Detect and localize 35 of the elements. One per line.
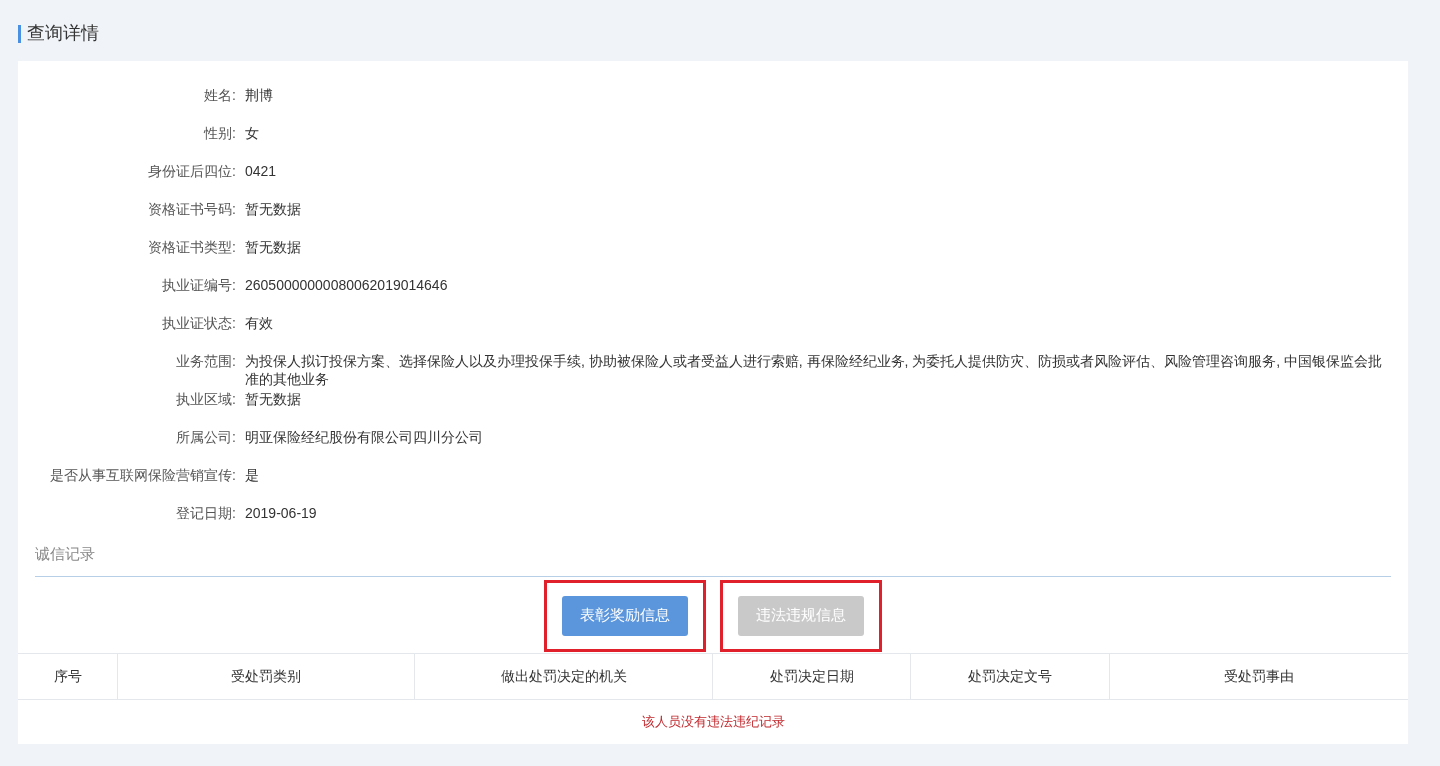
- page-title: 查询详情: [27, 22, 99, 45]
- field-value: 暂无数据: [245, 238, 302, 256]
- tab[interactable]: 表彰奖励信息: [562, 595, 688, 636]
- field-value: 为投保人拟订投保方案、选择保险人以及办理投保手续, 协助被保险人或者受益人进行索赔, 再保险经纪业务, 为委托人提供防灾、防损或者风险评估、风险管理咨询服务, 中国银保监会批准的其他业务: [245, 352, 1384, 388]
- field-label: 是否从事互联网保险营销宣传:: [49, 466, 236, 485]
- column-header: 处罚决定日期: [713, 653, 911, 699]
- field-value: 暂无数据: [245, 200, 302, 218]
- field-label: 性别:: [202, 124, 236, 143]
- field-value: 0421: [245, 162, 278, 180]
- field-value: 是: [245, 466, 260, 484]
- column-header: 做出处罚决定的机关: [415, 653, 713, 699]
- section-title: 诚信记录: [35, 545, 95, 562]
- field-label: 资格证书号码:: [147, 200, 236, 219]
- field-label: 执业证状态:: [161, 314, 236, 333]
- field-label: 业务范围:: [175, 352, 236, 371]
- field-value: 2019-06-19: [245, 504, 318, 522]
- field-label: 资格证书类型:: [147, 238, 236, 257]
- field-label: 登记日期:: [175, 504, 236, 523]
- field-value: 26050000000080062019014646: [245, 276, 449, 294]
- field-label: 执业证编号:: [161, 276, 236, 295]
- empty-message: 该人员没有违法违纪记录: [641, 713, 785, 732]
- column-header: 序号: [18, 653, 118, 699]
- field-label: 所属公司:: [175, 428, 236, 447]
- field-value: 明亚保险经纪股份有限公司四川分公司: [245, 428, 484, 446]
- field-value: 暂无数据: [245, 390, 302, 408]
- title-accent-bar: [18, 24, 21, 43]
- column-header: 受处罚类别: [118, 653, 415, 699]
- field-value: 女: [245, 124, 260, 142]
- field-label: 身份证后四位:: [147, 162, 236, 181]
- column-header: 处罚决定文号: [911, 653, 1110, 699]
- field-label: 执业区域:: [175, 390, 236, 409]
- field-value: 有效: [245, 314, 274, 332]
- column-header: 受处罚事由: [1223, 666, 1295, 686]
- field-label: 姓名:: [203, 86, 236, 105]
- field-value: 荆博: [245, 86, 274, 104]
